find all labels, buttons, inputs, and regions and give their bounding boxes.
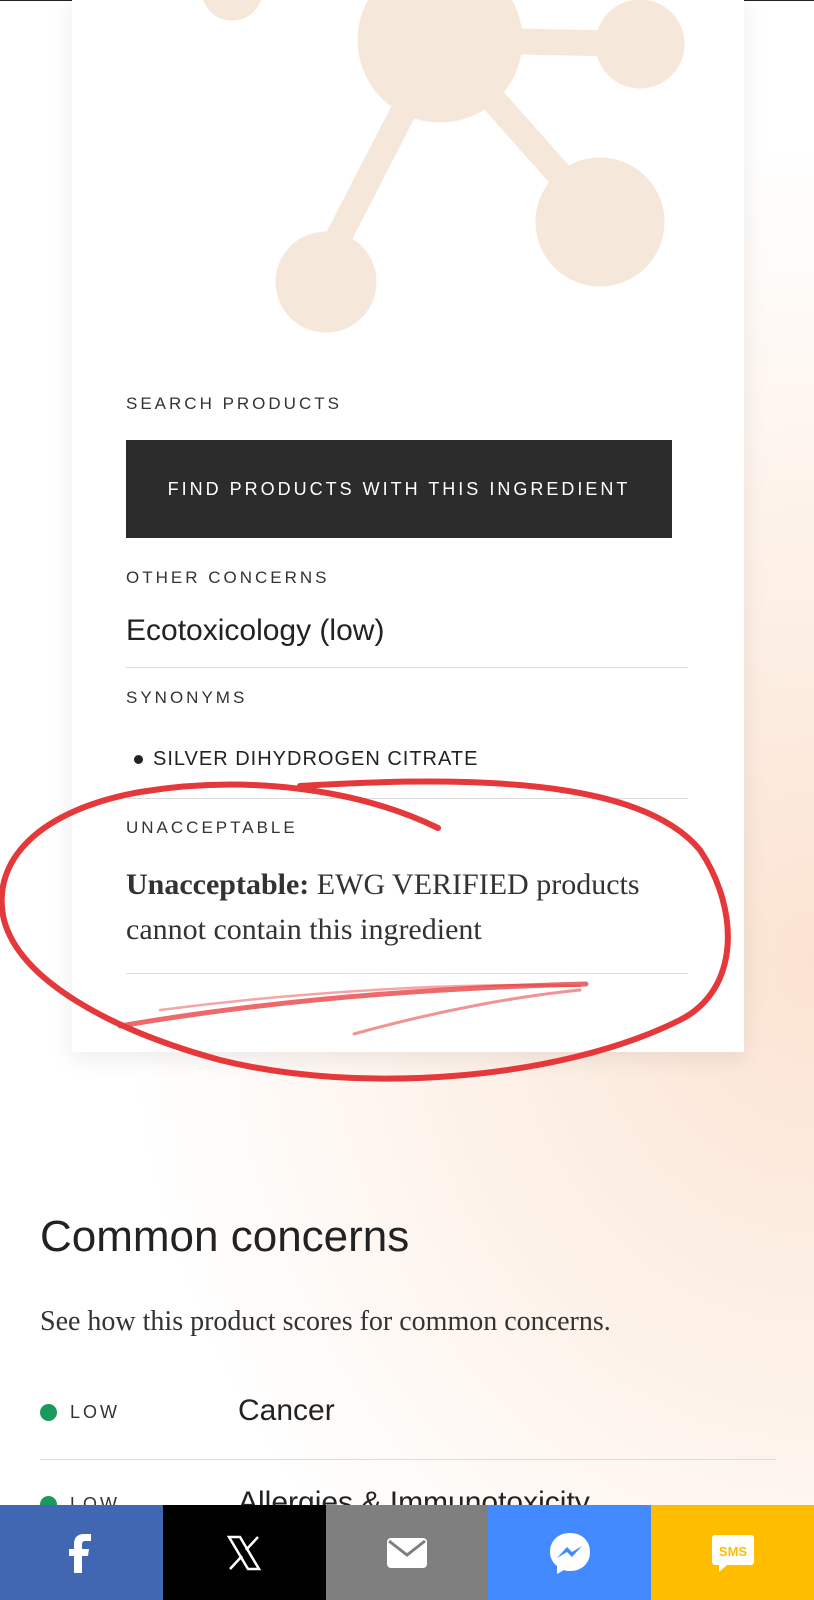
synonym-item: SILVER DIHYDROGEN CITRATE	[134, 748, 478, 771]
search-products-label: SEARCH PRODUCTS	[126, 394, 342, 413]
molecule-illustration	[203, 0, 685, 333]
sms-label: SMS	[718, 1544, 747, 1559]
email-share-button[interactable]	[325, 1505, 489, 1600]
synonyms-label: SYNONYMS	[126, 688, 248, 707]
x-share-button[interactable]	[162, 1505, 326, 1600]
common-concerns-subtitle: See how this product scores for common c…	[40, 1306, 611, 1337]
messenger-icon	[549, 1532, 590, 1574]
other-concerns-value: Ecotoxicology (low)	[126, 614, 385, 647]
divider	[126, 798, 688, 799]
ingredient-card: SEARCH PRODUCTS FIND PRODUCTS WITH THIS …	[72, 0, 744, 1052]
divider	[40, 1459, 776, 1460]
synonym-text: SILVER DIHYDROGEN CITRATE	[153, 748, 479, 770]
unacceptable-label: UNACCEPTABLE	[126, 818, 298, 837]
low-status-dot	[40, 1404, 57, 1421]
other-concerns-label: OTHER CONCERNS	[126, 568, 330, 587]
sms-icon: SMS	[711, 1534, 754, 1572]
common-concerns-title: Common concerns	[40, 1212, 410, 1261]
unacceptable-bold: Unacceptable:	[126, 868, 310, 901]
unacceptable-description: Unacceptable: EWG VERIFIED products cann…	[126, 862, 686, 952]
concern-row[interactable]: LOW Cancer	[40, 1384, 776, 1444]
x-icon	[226, 1535, 262, 1570]
facebook-icon	[69, 1533, 92, 1573]
messenger-share-button[interactable]	[488, 1505, 652, 1600]
mail-icon	[386, 1537, 427, 1568]
share-bar: SMS	[0, 1505, 814, 1600]
find-products-button[interactable]: FIND PRODUCTS WITH THIS INGREDIENT	[126, 440, 672, 538]
divider	[126, 973, 688, 974]
concern-level: LOW	[70, 1402, 121, 1422]
facebook-share-button[interactable]	[0, 1505, 163, 1600]
divider	[126, 667, 688, 668]
concern-name: Cancer	[238, 1394, 335, 1427]
sms-share-button[interactable]: SMS	[651, 1505, 814, 1600]
bullet-icon	[134, 755, 143, 764]
